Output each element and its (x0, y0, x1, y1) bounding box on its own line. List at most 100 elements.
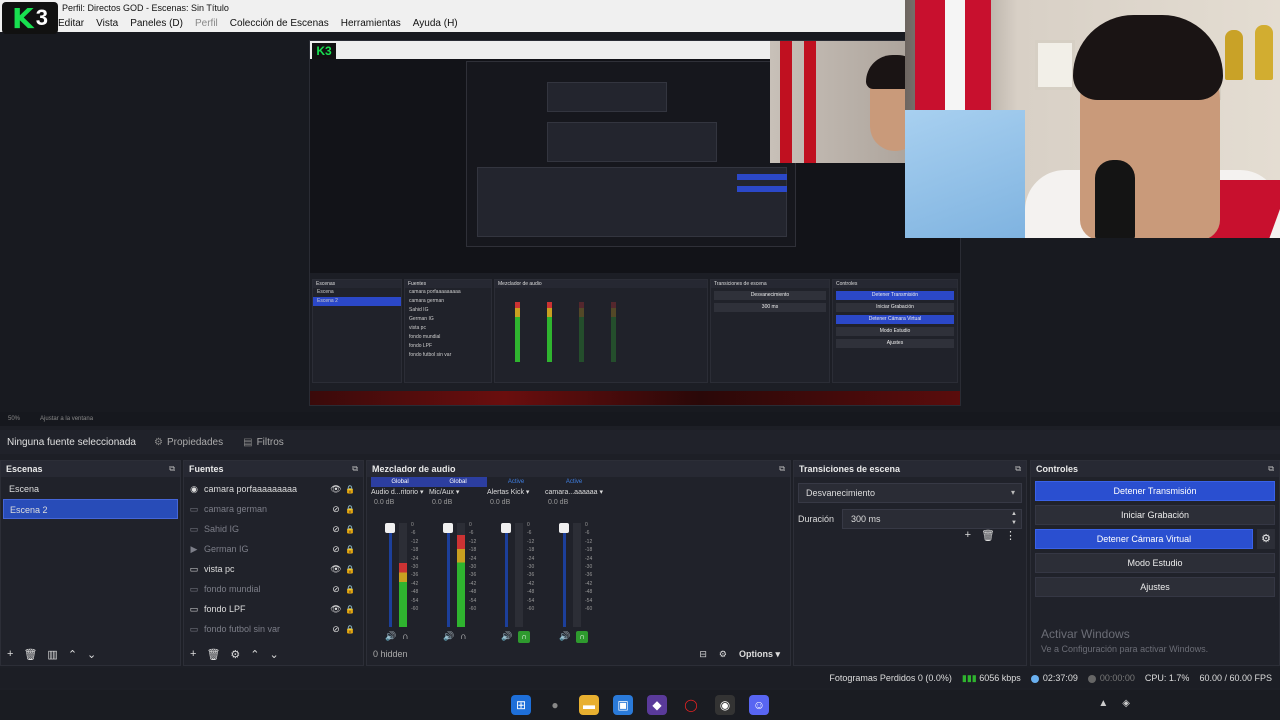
obs-icon[interactable]: ◉ (715, 695, 735, 715)
move-up-icon[interactable]: ⌃ (68, 648, 77, 661)
headphones-icon[interactable]: ∩ (460, 631, 466, 642)
eye-hidden-icon[interactable]: ⊘ (329, 584, 343, 595)
source-item[interactable]: ▭ fondo mundial ⊘ 🔒 (184, 579, 363, 599)
gear-icon[interactable]: ⚙ (1257, 529, 1275, 549)
lock-icon[interactable]: 🔒 (343, 585, 357, 594)
zoom-mode[interactable]: Ajustar a la ventana (40, 412, 93, 426)
move-down-icon[interactable]: ⌄ (270, 648, 279, 661)
eye-hidden-icon[interactable]: ⊘ (329, 504, 343, 515)
menu-perfil[interactable]: Perfil (195, 16, 218, 32)
lock-icon[interactable]: 🔒 (343, 525, 357, 534)
undock-icon[interactable]: ⧉ (779, 464, 785, 474)
source-item[interactable]: ▭ vista pc 👁 🔒 (184, 559, 363, 579)
start-recording-button[interactable]: Iniciar Grabación (1035, 505, 1275, 525)
source-settings-icon[interactable]: ⚙ (230, 648, 240, 661)
store-icon[interactable]: ▣ (613, 695, 633, 715)
source-item[interactable]: ▶ German IG ⊘ 🔒 (184, 539, 363, 559)
channel-name[interactable]: Mic/Aux ▾ (427, 487, 489, 499)
stop-stream-button[interactable]: Detener Transmisión (1035, 481, 1275, 501)
studio-mode-button[interactable]: Modo Estudio (1035, 553, 1275, 573)
app-icon[interactable]: ◆ (647, 695, 667, 715)
source-item[interactable]: ◉ camara porfaaaaaaaaa 👁 🔒 (184, 479, 363, 499)
headphones-icon[interactable]: ∩ (518, 631, 531, 643)
speaker-icon[interactable]: 🔊 (559, 631, 570, 643)
options-button[interactable]: Options ▾ (739, 649, 780, 660)
add-source-icon[interactable]: + (190, 648, 196, 660)
opera-icon[interactable]: ◯ (681, 695, 701, 715)
source-item[interactable]: ▭ camara german ⊘ 🔒 (184, 499, 363, 519)
file-explorer-icon[interactable]: ▬ (579, 695, 599, 715)
channel-name[interactable]: camara...aaaaaa ▾ (543, 487, 605, 499)
lock-icon[interactable]: 🔒 (343, 605, 357, 614)
network-icon[interactable]: ◈ (1122, 698, 1130, 709)
transition-select[interactable]: Desvanecimiento ▾ (798, 483, 1022, 503)
channel-name[interactable]: Audio d...ritorio ▾ (369, 487, 431, 499)
lock-icon[interactable]: 🔒 (343, 485, 357, 494)
speaker-icon[interactable]: 🔊 (501, 631, 512, 643)
lock-icon[interactable]: 🔒 (343, 505, 357, 514)
lock-icon[interactable]: 🔒 (343, 625, 357, 634)
layout-icon[interactable]: ⊟ (699, 649, 707, 660)
duration-input[interactable]: 300 ms ▲ ▼ (842, 509, 1022, 529)
program-preview[interactable]: K3 Escenas Escena Escena 2 Fuentes camar… (309, 40, 961, 406)
scene-item[interactable]: Escena (3, 479, 178, 499)
slider-handle[interactable] (501, 523, 511, 533)
stop-virtual-cam-button[interactable]: Detener Cámara Virtual (1035, 529, 1253, 549)
delete-source-icon[interactable]: 🗑 (206, 648, 220, 661)
move-up-icon[interactable]: ⌃ (250, 648, 259, 661)
slider-handle[interactable] (443, 523, 453, 533)
menu-editar[interactable]: Editar (58, 16, 84, 32)
hidden-count[interactable]: 0 hidden (373, 649, 408, 659)
channel-name[interactable]: Alertas Kick ▾ (485, 487, 547, 499)
slider-handle[interactable] (559, 523, 569, 533)
undock-icon[interactable]: ⧉ (352, 464, 358, 474)
menu-paneles[interactable]: Paneles (D) (130, 16, 183, 32)
windows-start-icon[interactable]: ⊞ (511, 695, 531, 715)
menu-vista[interactable]: Vista (96, 16, 118, 32)
speaker-icon[interactable]: 🔊 (385, 631, 396, 642)
eye-hidden-icon[interactable]: ⊘ (329, 624, 343, 635)
lock-icon[interactable]: 🔒 (343, 545, 357, 554)
source-item[interactable]: ▭ Sahid IG ⊘ 🔒 (184, 519, 363, 539)
db-tick: -18 (411, 547, 419, 554)
settings-button[interactable]: Ajustes (1035, 577, 1275, 597)
eye-icon[interactable]: 👁 (329, 564, 343, 575)
menu-ayuda[interactable]: Ayuda (H) (413, 16, 458, 32)
scene-filters-icon[interactable]: ▥ (47, 648, 57, 661)
volume-slider[interactable] (389, 523, 392, 627)
filters-button[interactable]: ▤ Filtros (237, 437, 290, 448)
add-transition-icon[interactable]: + (965, 529, 971, 542)
source-item[interactable]: ▭ fondo futbol sin var ⊘ 🔒 (184, 619, 363, 639)
volume-slider[interactable] (447, 523, 450, 627)
speaker-icon[interactable]: 🔊 (443, 631, 454, 642)
move-down-icon[interactable]: ⌄ (87, 648, 96, 661)
source-item[interactable]: ▭ fondo LPF 👁 🔒 (184, 599, 363, 619)
volume-slider[interactable] (563, 523, 566, 627)
delete-scene-icon[interactable]: 🗑 (23, 648, 37, 661)
eye-icon[interactable]: 👁 (329, 604, 343, 615)
more-icon[interactable]: ⋮ (1005, 529, 1016, 542)
tray-up-icon[interactable]: ▲ (1098, 698, 1108, 709)
headphones-icon[interactable]: ∩ (576, 631, 589, 643)
menu-coleccion-escenas[interactable]: Colección de Escenas (230, 16, 329, 32)
properties-button[interactable]: ⚙ Propiedades (148, 437, 229, 448)
eye-hidden-icon[interactable]: ⊘ (329, 524, 343, 535)
search-icon[interactable]: ● (545, 695, 565, 715)
zoom-level[interactable]: 50% (8, 412, 20, 426)
lock-icon[interactable]: 🔒 (343, 565, 357, 574)
mixer-settings-icon[interactable]: ⚙ (719, 649, 727, 660)
add-scene-icon[interactable]: + (7, 648, 13, 660)
discord-icon[interactable]: ☺ (749, 695, 769, 715)
undock-icon[interactable]: ⧉ (169, 464, 175, 474)
scene-item-selected[interactable]: Escena 2 (3, 499, 178, 519)
volume-slider[interactable] (505, 523, 508, 627)
eye-icon[interactable]: 👁 (329, 484, 343, 495)
headphones-icon[interactable]: ∩ (402, 631, 408, 642)
slider-handle[interactable] (385, 523, 395, 533)
menu-herramientas[interactable]: Herramientas (341, 16, 401, 32)
eye-hidden-icon[interactable]: ⊘ (329, 544, 343, 555)
spinner-icon[interactable]: ▲ ▼ (1011, 510, 1017, 528)
delete-transition-icon[interactable]: 🗑 (981, 529, 995, 542)
undock-icon[interactable]: ⧉ (1015, 464, 1021, 474)
undock-icon[interactable]: ⧉ (1268, 464, 1274, 474)
